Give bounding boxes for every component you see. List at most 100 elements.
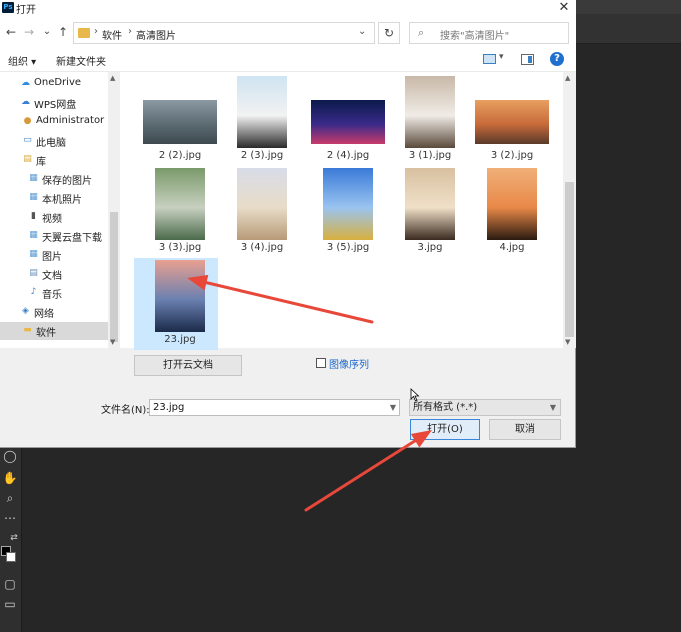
preview-pane-icon[interactable]: [521, 54, 534, 65]
sidebar-item[interactable]: ▦ 图片: [0, 246, 108, 264]
image-sequence-checkbox[interactable]: [316, 358, 326, 368]
background-color-swatch[interactable]: [6, 552, 16, 562]
file-name: 3 (3).jpg: [158, 242, 202, 253]
file-thumbnail: [323, 168, 373, 240]
sidebar-item[interactable]: ♪ 音乐: [0, 284, 108, 302]
recent-locations-chevron-icon[interactable]: ⌄: [40, 25, 54, 39]
breadcrumb-item[interactable]: 软件: [102, 27, 122, 42]
sidebar-item[interactable]: ▤ 库: [0, 151, 108, 169]
sidebar-scroll-thumb[interactable]: [110, 212, 118, 342]
file-thumbnail: [155, 168, 205, 240]
close-button[interactable]: ✕: [552, 0, 576, 16]
ellipse-tool-icon[interactable]: ◯: [2, 448, 18, 464]
sidebar-item[interactable]: ● Administrator: [0, 113, 108, 131]
more-tools-icon[interactable]: ⋯: [2, 510, 18, 526]
file-item[interactable]: 2 (2).jpg: [138, 74, 222, 170]
sidebar-item-label: 保存的图片: [42, 176, 92, 187]
music-icon: ♪: [30, 287, 37, 297]
library-icon: ▤: [23, 154, 32, 164]
hand-tool-icon[interactable]: ✋: [2, 470, 18, 486]
image-sequence-label[interactable]: 图像序列: [329, 356, 369, 371]
file-item[interactable]: 3 (1).jpg: [388, 74, 472, 170]
photoshop-app-icon: Ps: [2, 2, 14, 13]
sidebar-item[interactable]: ▦ 本机照片: [0, 189, 108, 207]
sidebar-item-label: WPS网盘: [34, 100, 77, 111]
up-folder-icon[interactable]: ↑: [56, 25, 70, 39]
zoom-tool-icon[interactable]: ⌕: [2, 490, 18, 506]
search-icon: ⌕: [418, 26, 425, 39]
sidebar-item[interactable]: ▦ 天翼云盘下载: [0, 227, 108, 245]
computer-icon: ▭: [23, 135, 32, 145]
filename-input[interactable]: 23.jpg ▼: [149, 399, 400, 416]
file-thumbnail: [475, 100, 549, 144]
scroll-down-arrow-icon[interactable]: ▼: [565, 338, 570, 346]
swap-colors-icon[interactable]: ⇄: [6, 530, 22, 546]
file-thumbnail: [405, 76, 455, 148]
file-item[interactable]: 3 (4).jpg: [220, 166, 304, 262]
file-item[interactable]: 2 (3).jpg: [220, 74, 304, 170]
sidebar-item-label: 网络: [34, 309, 54, 320]
video-icon: ▮: [31, 211, 36, 221]
sidebar-item[interactable]: ▮ 视频: [0, 208, 108, 226]
file-item[interactable]: 3 (3).jpg: [138, 166, 222, 262]
file-item[interactable]: 3 (5).jpg: [306, 166, 390, 262]
file-item[interactable]: 2 (4).jpg: [306, 74, 390, 170]
file-list-scroll-thumb[interactable]: [565, 182, 574, 337]
file-list: ▲ ▼ 2 (2).jpg 2 (3).jpg 2 (4).jpg 3 (1).jpg…: [120, 72, 576, 350]
scroll-up-arrow-icon[interactable]: ▲: [565, 74, 570, 82]
open-cloud-document-button[interactable]: 打开云文档: [134, 355, 242, 376]
folder-icon: [78, 28, 90, 38]
file-name: 23.jpg: [164, 334, 196, 345]
address-dropdown-icon[interactable]: ⌄: [358, 26, 366, 37]
sidebar-item[interactable]: ▤ 文档: [0, 265, 108, 283]
cancel-button[interactable]: 取消: [489, 419, 561, 440]
sidebar-scrollbar[interactable]: ▲ ▼: [108, 72, 120, 348]
file-type-dropdown-icon[interactable]: ▼: [550, 400, 556, 415]
file-item[interactable]: 4.jpg: [470, 166, 554, 262]
quick-mask-icon[interactable]: ▢: [2, 576, 18, 592]
file-item[interactable]: 3 (2).jpg: [470, 74, 554, 170]
pictures-icon: ▦: [29, 192, 38, 202]
file-item[interactable]: 3.jpg: [388, 166, 472, 262]
file-thumbnail: [237, 76, 287, 148]
file-list-scrollbar[interactable]: ▲ ▼: [563, 72, 576, 348]
forward-arrow-icon[interactable]: →: [22, 25, 36, 39]
sidebar-item-label: 文档: [42, 271, 62, 282]
dialog-titlebar: Ps 打开 ✕: [0, 0, 576, 16]
filename-dropdown-icon[interactable]: ▼: [390, 400, 396, 415]
document-icon: ▤: [29, 268, 38, 278]
scroll-down-arrow-icon[interactable]: ▼: [110, 338, 115, 346]
open-button[interactable]: 打开(O): [410, 419, 480, 440]
back-arrow-icon[interactable]: ←: [4, 25, 18, 39]
file-type-select[interactable]: 所有格式 (*.*) ▼: [409, 399, 561, 416]
sidebar-item[interactable]: ▬ 软件: [0, 322, 108, 340]
file-thumbnail: [155, 260, 205, 332]
view-options-dropdown[interactable]: ▾: [499, 52, 504, 62]
sidebar-item[interactable]: ◈ 网络: [0, 303, 108, 321]
new-folder-button[interactable]: 新建文件夹: [56, 53, 106, 68]
sidebar-item[interactable]: ☁ WPS网盘: [0, 94, 108, 112]
sidebar-item[interactable]: ▦ 保存的图片: [0, 170, 108, 188]
file-thumbnail: [237, 168, 287, 240]
scroll-up-arrow-icon[interactable]: ▲: [110, 74, 115, 82]
file-name: 2 (2).jpg: [158, 150, 202, 161]
file-name: 2 (4).jpg: [326, 150, 370, 161]
search-input[interactable]: ⌕ 搜索"高清图片": [409, 22, 569, 44]
screen-mode-icon[interactable]: ▭: [2, 596, 18, 612]
sidebar-item-label: Administrator: [36, 115, 105, 126]
change-view-icon[interactable]: [483, 54, 496, 64]
sidebar-item[interactable]: ☁ OneDrive: [0, 75, 108, 93]
file-item[interactable]: 23.jpg: [134, 258, 218, 350]
file-name: 2 (3).jpg: [240, 150, 284, 161]
breadcrumb-item[interactable]: 高清图片: [136, 27, 176, 42]
file-thumbnail: [143, 100, 217, 144]
address-row: ← → ⌄ ↑ › 软件 › 高清图片 ⌄ ↻ ⌕ 搜索"高清图片": [0, 16, 576, 48]
sidebar-item[interactable]: ▭ 此电脑: [0, 132, 108, 150]
sidebar-item-label: 此电脑: [36, 138, 66, 149]
sidebar-item-label: 图片: [42, 252, 62, 263]
organize-button[interactable]: 组织 ▾: [8, 53, 36, 68]
help-icon[interactable]: ?: [550, 52, 564, 66]
address-bar[interactable]: › 软件 › 高清图片 ⌄: [73, 22, 375, 44]
refresh-button[interactable]: ↻: [378, 22, 400, 44]
user-icon: ●: [23, 116, 32, 126]
